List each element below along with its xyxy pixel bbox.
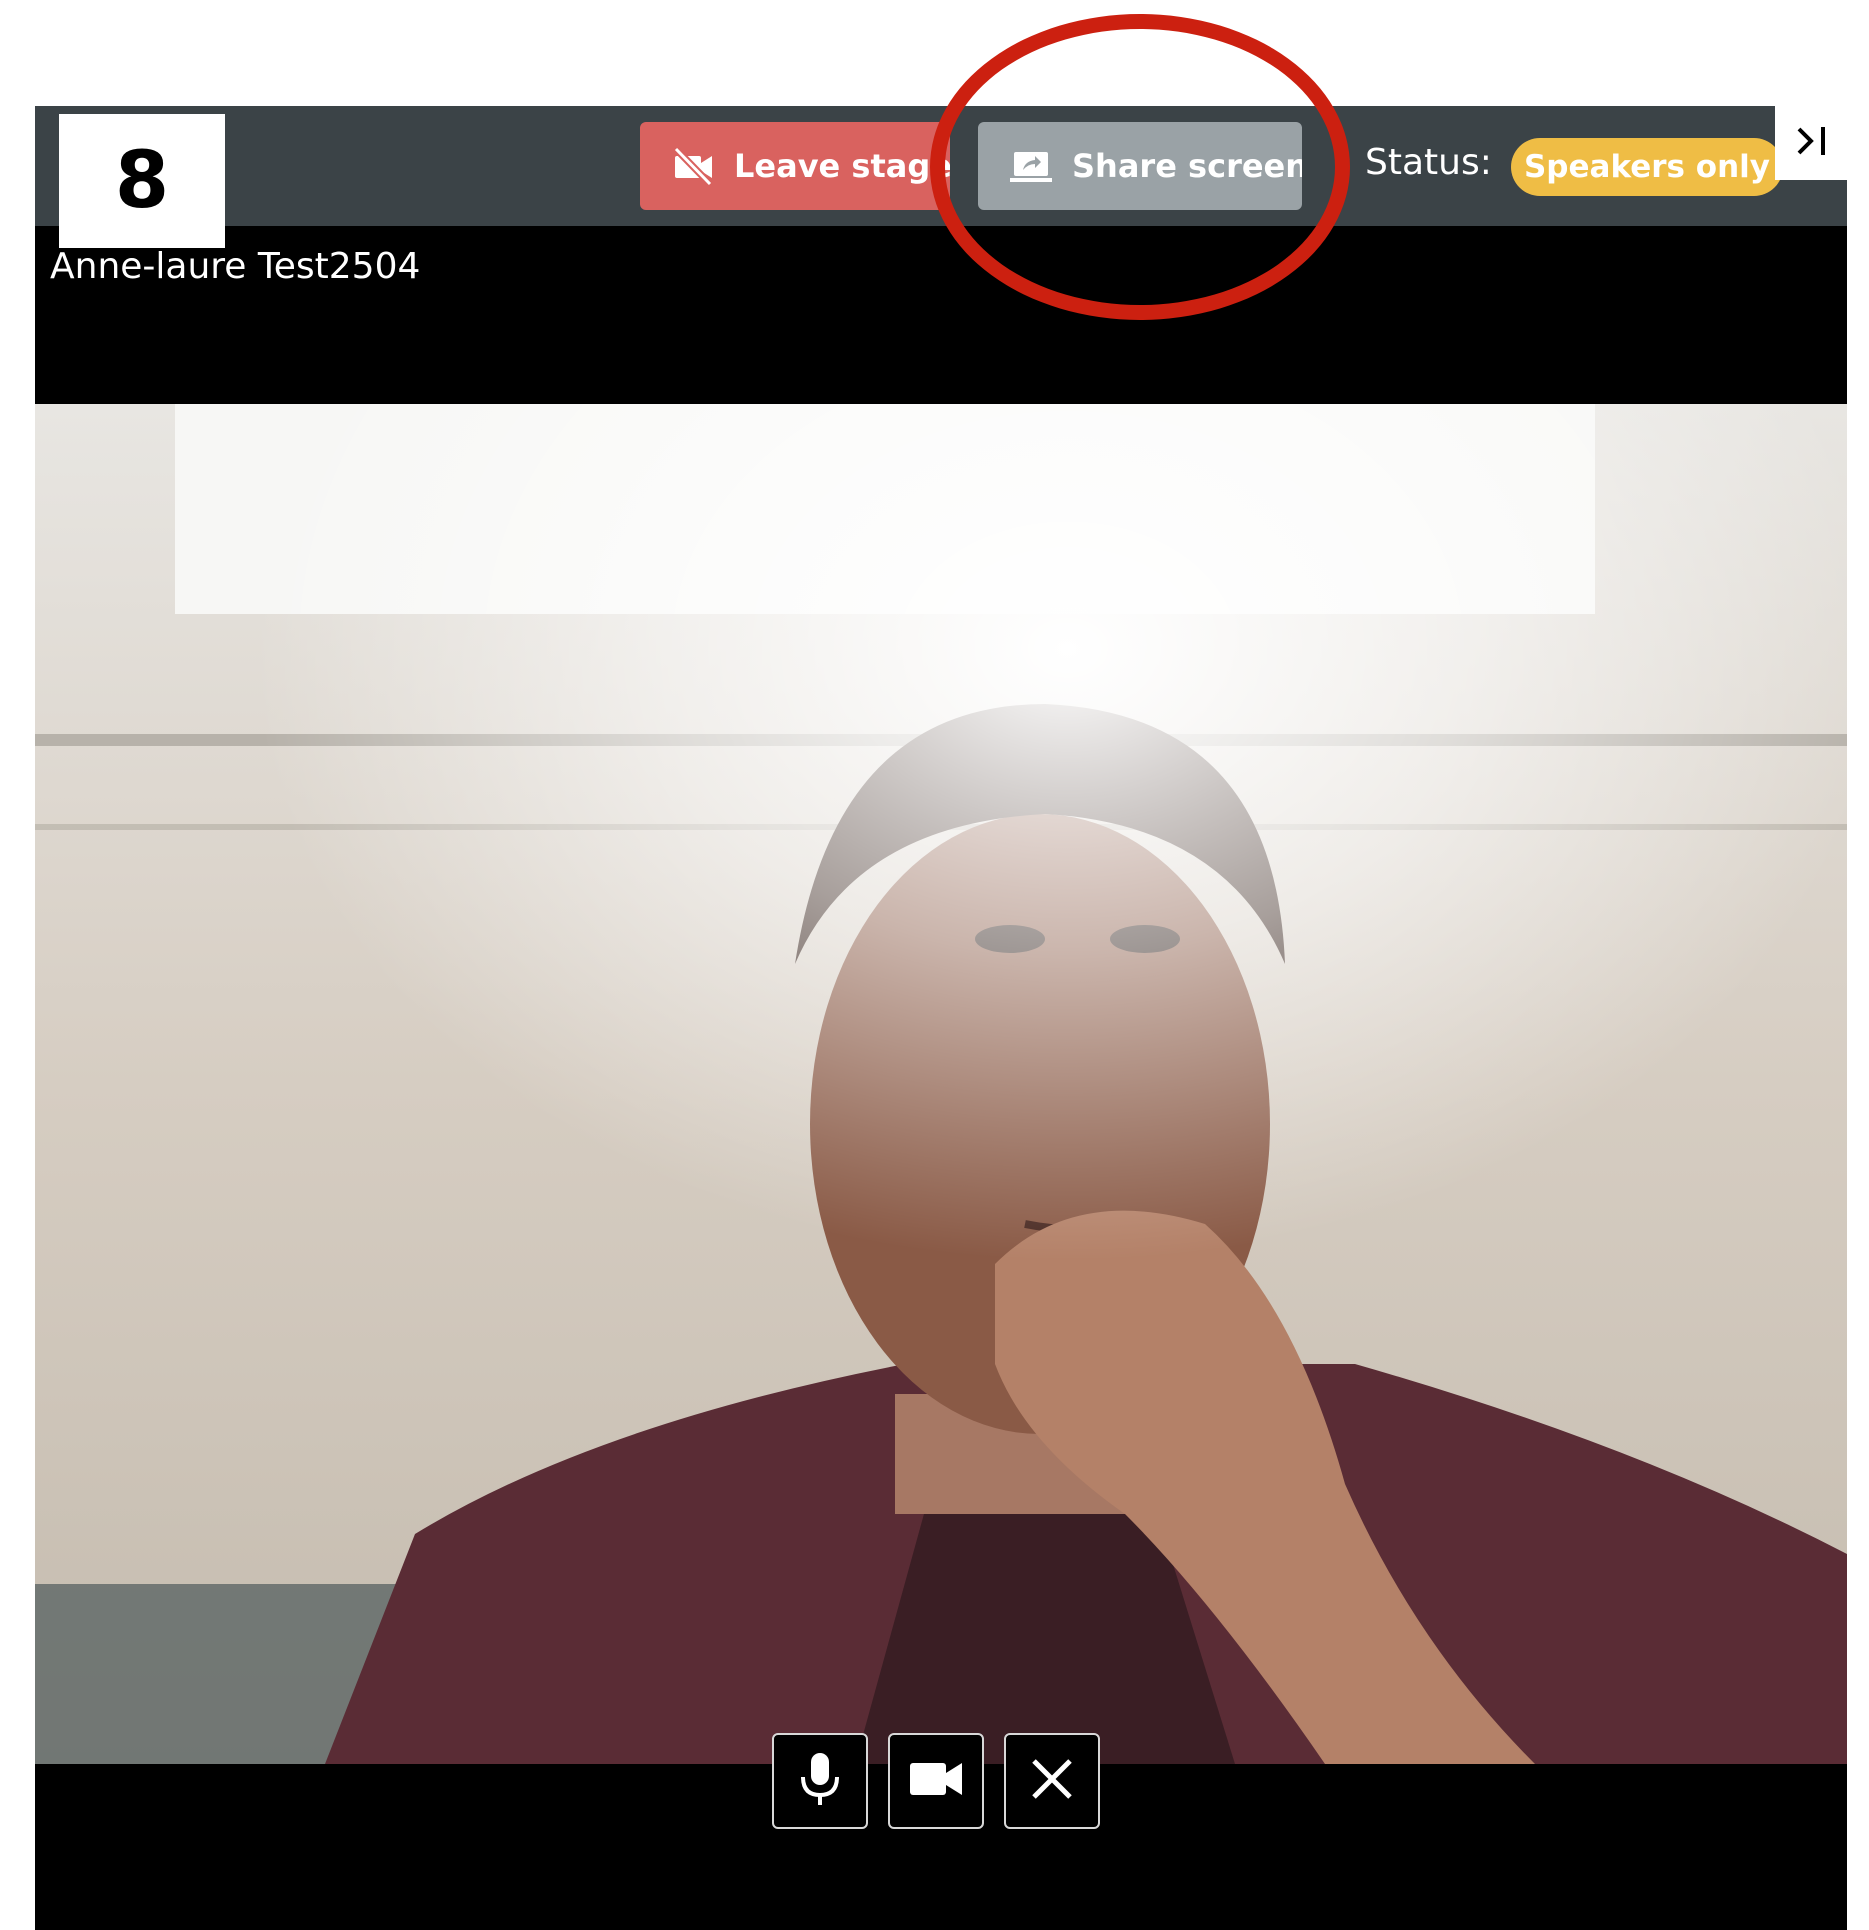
step-number-badge: 8 [59, 114, 225, 248]
media-controls [772, 1733, 1100, 1829]
participant-video [35, 404, 1847, 1764]
status-badge: Speakers only [1511, 138, 1783, 196]
collapse-panel-icon [1791, 121, 1831, 166]
leave-stage-label: Leave stage [734, 147, 950, 185]
video-frame-image [35, 404, 1847, 1764]
video-off-icon [672, 146, 714, 186]
close-icon [1030, 1757, 1074, 1806]
camera-icon [908, 1759, 964, 1804]
camera-button[interactable] [888, 1733, 984, 1829]
share-screen-button[interactable]: Share screen [978, 122, 1302, 210]
share-screen-label: Share screen [1072, 147, 1302, 185]
participant-name: Anne-laure Test2504 [50, 246, 421, 287]
collapse-panel-button[interactable] [1775, 106, 1847, 180]
share-screen-icon [1010, 146, 1052, 186]
microphone-icon [797, 1751, 843, 1812]
stage-frame: Leave stage Share screen Status: Speaker… [35, 106, 1847, 1930]
mic-button[interactable] [772, 1733, 868, 1829]
status-label: Status: [1365, 142, 1492, 183]
leave-stage-button[interactable]: Leave stage [640, 122, 950, 210]
remove-button[interactable] [1004, 1733, 1100, 1829]
stage-toolbar: Leave stage Share screen Status: Speaker… [35, 106, 1847, 226]
